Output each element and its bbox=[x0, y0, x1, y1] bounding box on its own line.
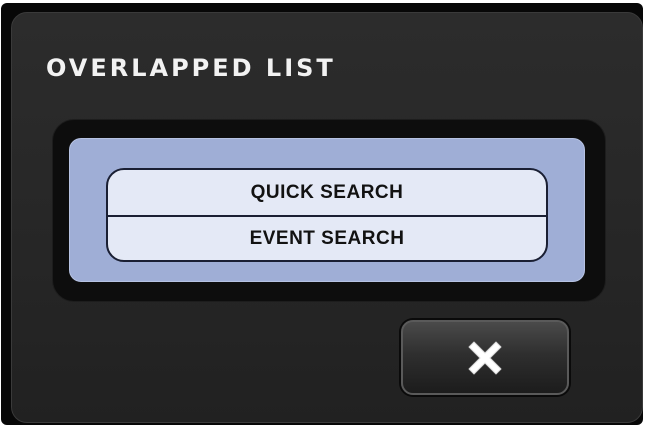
close-icon bbox=[468, 341, 502, 374]
dialog-title: OVERLAPPED LIST bbox=[46, 54, 336, 82]
list-item-quick-search[interactable]: QUICK SEARCH bbox=[108, 170, 546, 215]
close-button[interactable] bbox=[401, 320, 569, 395]
list-item-label: EVENT SEARCH bbox=[249, 227, 405, 249]
list-item-label: QUICK SEARCH bbox=[250, 181, 404, 203]
overlapped-list: QUICK SEARCH EVENT SEARCH bbox=[106, 168, 548, 262]
screen: OVERLAPPED LIST QUICK SEARCH EVENT SEARC… bbox=[0, 0, 646, 429]
list-item-event-search[interactable]: EVENT SEARCH bbox=[108, 215, 546, 260]
